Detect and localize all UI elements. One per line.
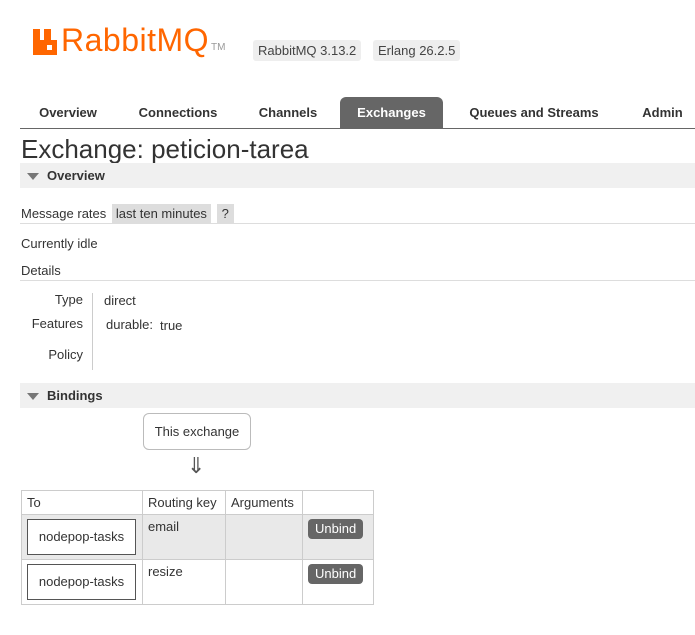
binding-destination-cell: nodepop-tasks [21, 514, 143, 560]
tab-admin[interactable]: Admin [630, 97, 695, 128]
message-rates-row: Message rates last ten minutes ? [21, 204, 234, 223]
main-nav-tabs: Overview Connections Channels Exchanges … [20, 97, 695, 129]
binding-action-cell: Unbind [302, 559, 374, 605]
binding-routing-key: email [148, 519, 180, 534]
binding-action-cell: Unbind [302, 514, 374, 560]
binding-routing-key-cell: resize [142, 559, 226, 605]
binding-destination-link[interactable]: nodepop-tasks [27, 519, 136, 555]
details-type-key: Type [54, 292, 83, 307]
overview-section-header[interactable]: Overview [20, 163, 695, 188]
column-header-actions [302, 490, 374, 515]
divider [20, 280, 695, 281]
column-header-to: To [21, 490, 143, 515]
collapse-triangle-icon [27, 172, 39, 180]
down-double-arrow-icon: ⇓ [187, 453, 206, 478]
tab-exchanges[interactable]: Exchanges [340, 97, 443, 128]
tab-overview[interactable]: Overview [20, 97, 116, 128]
details-features-value: true [160, 318, 183, 333]
binding-destination-cell: nodepop-tasks [21, 559, 143, 605]
column-header-arguments: Arguments [225, 490, 303, 515]
page-title: Exchange: peticion-tarea [21, 134, 309, 164]
table-header-row: To Routing key Arguments [21, 490, 374, 515]
table-row: nodepop-tasks resize Unbind [21, 559, 374, 605]
unbind-button[interactable]: Unbind [308, 519, 364, 539]
bindings-section-title: Bindings [47, 388, 103, 403]
divider [20, 223, 695, 224]
page: RabbitMQ TM RabbitMQ 3.13.2 Erlang 26.2.… [0, 0, 695, 635]
rabbitmq-logo-icon [33, 29, 57, 55]
table-row: nodepop-tasks email Unbind [21, 514, 374, 560]
rabbitmq-version-badge: RabbitMQ 3.13.2 [253, 40, 362, 61]
bindings-table: To Routing key Arguments nodepop-tasks e… [21, 490, 374, 605]
rabbitmq-logo[interactable]: RabbitMQ TM [33, 22, 226, 58]
binding-routing-key: resize [148, 564, 183, 579]
erlang-version-badge: Erlang 26.2.5 [373, 40, 461, 61]
this-exchange-box: This exchange [143, 413, 251, 450]
bindings-section-header[interactable]: Bindings [20, 383, 695, 408]
collapse-triangle-icon [27, 392, 39, 400]
binding-routing-key-cell: email [142, 514, 226, 560]
status-text: Currently idle [21, 236, 98, 251]
message-rates-period-button[interactable]: last ten minutes [111, 204, 211, 223]
binding-destination-link[interactable]: nodepop-tasks [27, 564, 136, 600]
binding-arguments-cell [225, 559, 303, 605]
message-rates-label: Message rates [21, 206, 107, 221]
column-header-routing-key: Routing key [142, 490, 226, 515]
trademark: TM [211, 42, 226, 53]
overview-section-title: Overview [47, 168, 105, 183]
details-separator [92, 293, 93, 370]
details-type-value: direct [104, 293, 136, 308]
tab-connections[interactable]: Connections [123, 97, 233, 128]
details-policy-key: Policy [48, 347, 83, 362]
details-features-name: durable: [106, 317, 153, 332]
tab-channels[interactable]: Channels [242, 97, 334, 128]
unbind-button[interactable]: Unbind [308, 564, 364, 584]
binding-arguments-cell [225, 514, 303, 560]
details-label: Details [21, 263, 61, 278]
details-features-key: Features [31, 316, 83, 331]
tab-queues-and-streams[interactable]: Queues and Streams [453, 97, 615, 128]
message-rates-help-button[interactable]: ? [216, 204, 234, 223]
brand-name: RabbitMQ [61, 22, 210, 58]
